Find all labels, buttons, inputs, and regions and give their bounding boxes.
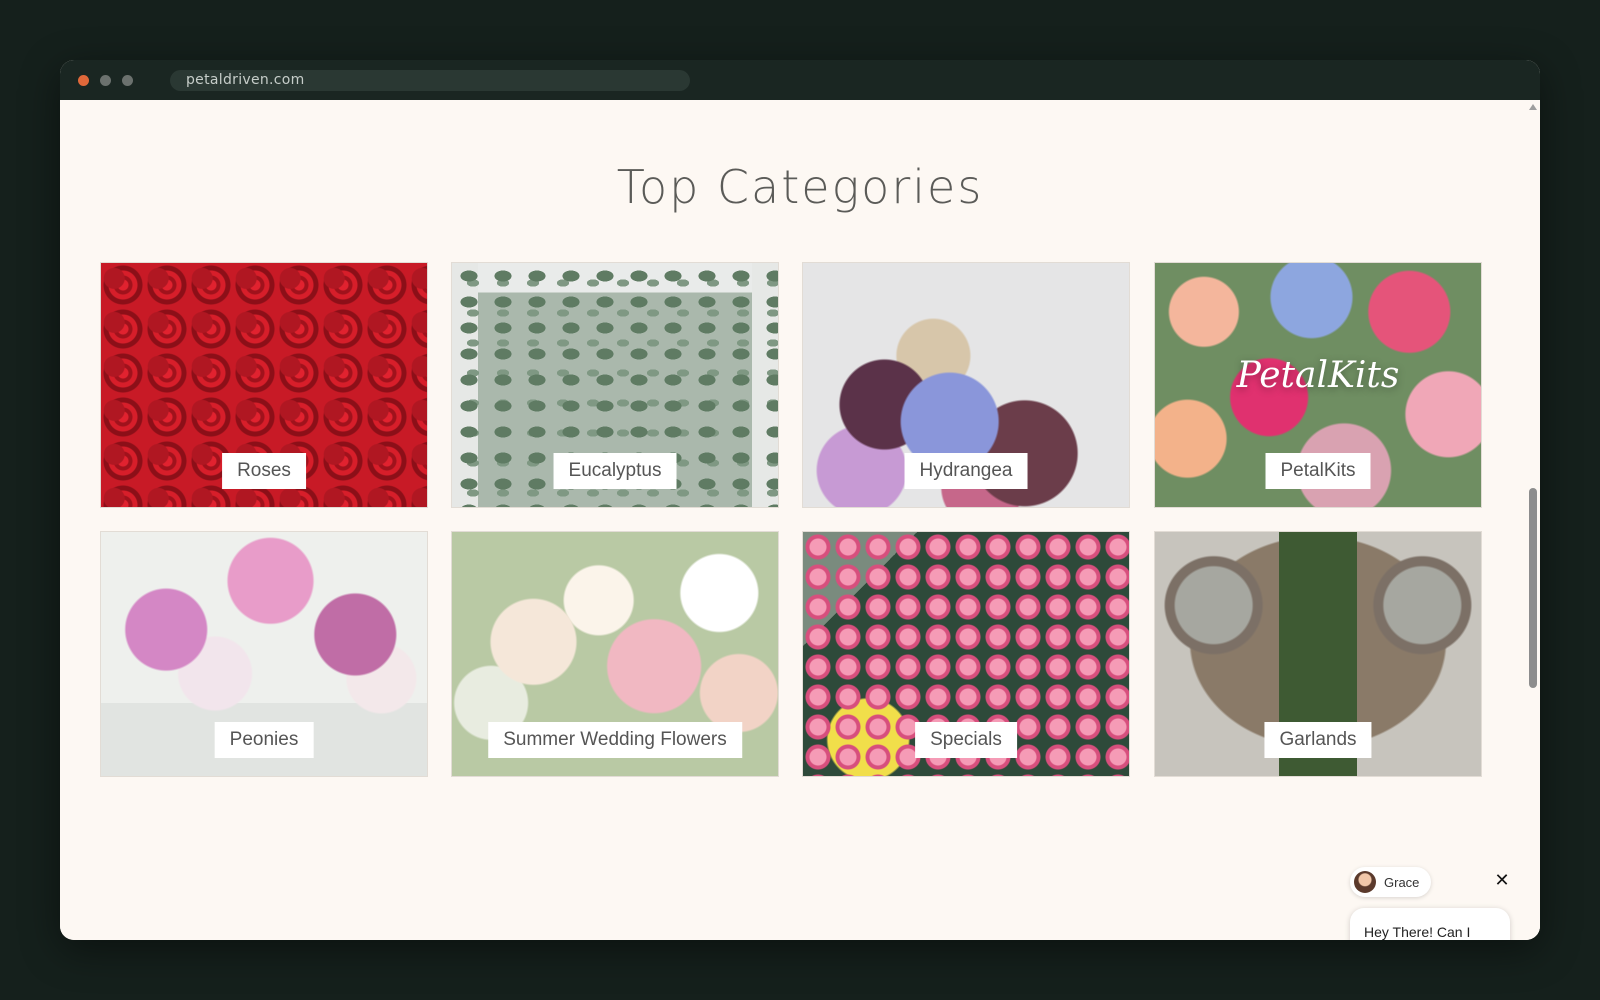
avatar [1354,871,1376,893]
petalkits-logo: PetalKits [1236,355,1400,396]
category-tile-hydrangea[interactable]: Hydrangea [802,262,1130,508]
category-tile-specials[interactable]: Specials [802,531,1130,777]
category-tile-peonies[interactable]: Peonies [100,531,428,777]
address-bar[interactable]: petaldriven.com [170,70,690,91]
page-content: Top Categories Roses Eucalyptus Hydrange… [60,100,1540,940]
chat-agent-badge[interactable]: Grace [1350,867,1432,897]
category-label: PetalKits [1265,453,1371,489]
close-window-button[interactable] [78,75,89,86]
category-tile-petalkits[interactable]: PetalKits PetalKits [1154,262,1482,508]
chat-agent-name: Grace [1384,874,1420,890]
close-icon[interactable]: ✕ [1492,870,1512,891]
section-heading: Top Categories [616,160,984,214]
category-tile-roses[interactable]: Roses [100,262,428,508]
category-label: Specials [915,722,1017,758]
category-tile-garlands[interactable]: Garlands [1154,531,1482,777]
category-label: Hydrangea [904,453,1028,489]
category-tile-summer-wedding-flowers[interactable]: Summer Wedding Flowers [451,531,779,777]
category-label: Garlands [1264,722,1372,758]
scrollbar-thumb[interactable] [1529,488,1537,688]
category-label: Roses [222,453,306,489]
category-label: Eucalyptus [553,453,677,489]
vertical-scrollbar[interactable] [1526,100,1540,940]
browser-window: petaldriven.com Top Categories Roses Euc… [60,60,1540,940]
scroll-up-icon[interactable] [1529,104,1537,110]
browser-titlebar: petaldriven.com [60,60,1540,100]
category-label: Summer Wedding Flowers [488,722,742,758]
maximize-window-button[interactable] [122,75,133,86]
chat-message-bubble[interactable]: Hey There! Can I [1350,908,1510,940]
category-label: Peonies [214,722,314,758]
category-tile-eucalyptus[interactable]: Eucalyptus [451,262,779,508]
minimize-window-button[interactable] [100,75,111,86]
